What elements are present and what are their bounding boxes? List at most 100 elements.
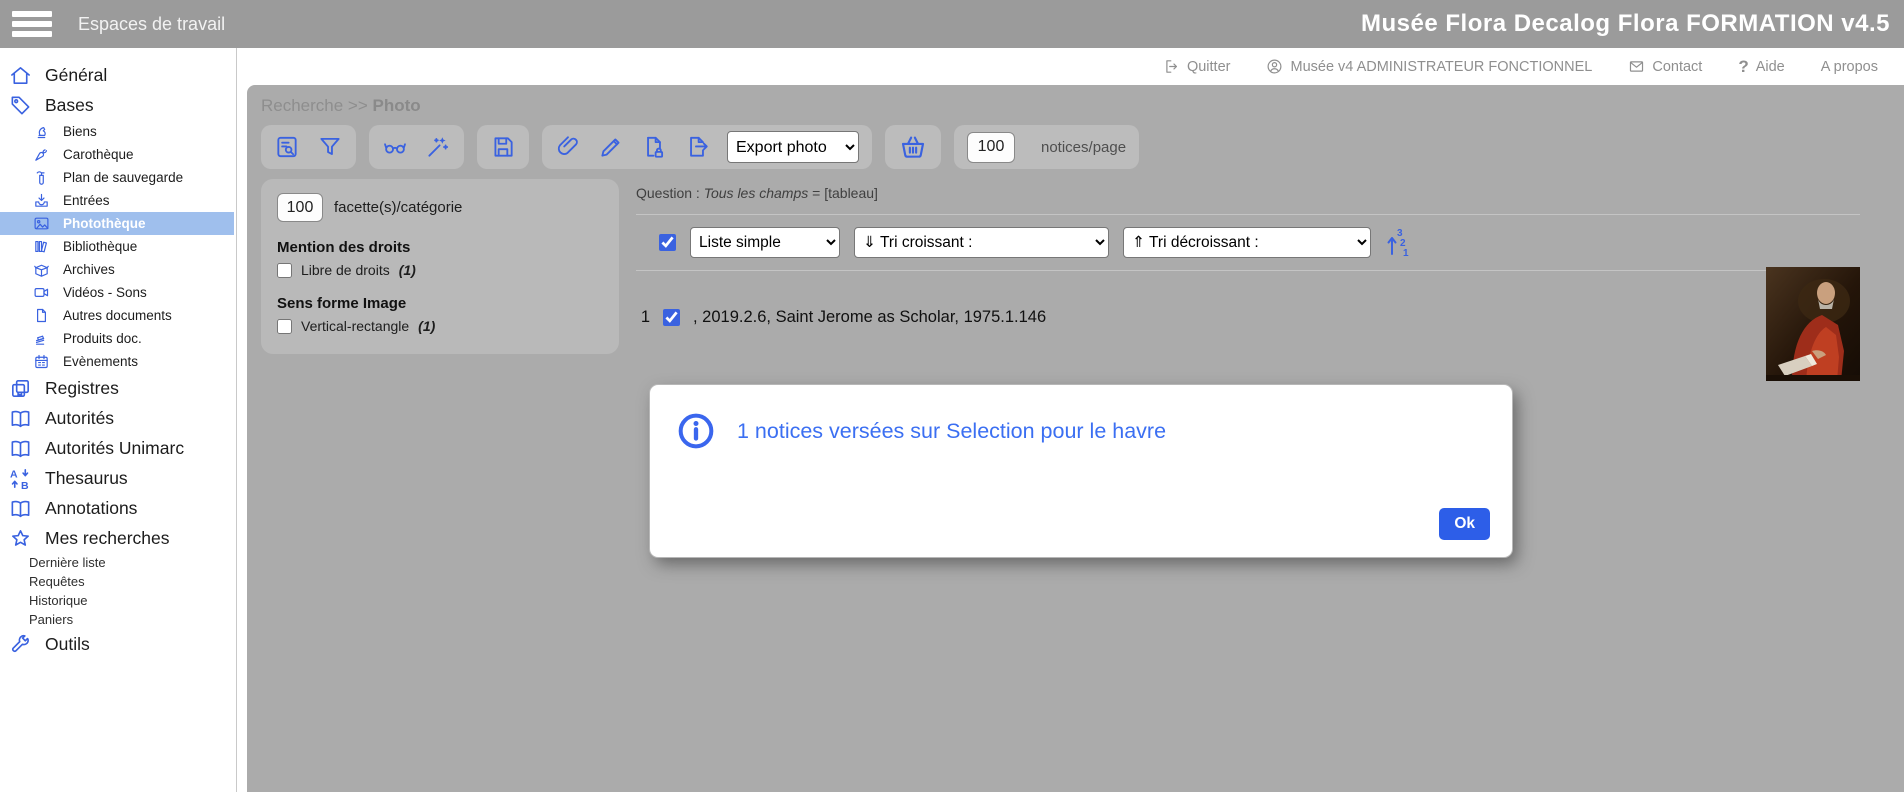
list-search-icon[interactable] (274, 134, 300, 160)
sidebar-item-label: Entrées (63, 193, 110, 208)
query-prefix: Question : (636, 185, 700, 201)
tag-icon (9, 94, 32, 117)
user-label: Musée v4 ADMINISTRATEUR FONCTIONNEL (1290, 59, 1592, 75)
select-all-checkbox[interactable] (659, 234, 676, 251)
facet-count-input[interactable] (277, 193, 323, 222)
sidebar-item-autres-documents[interactable]: Autres documents (0, 304, 236, 327)
extinguisher-icon (33, 169, 50, 186)
wrench-icon (9, 633, 32, 656)
sidebar-item-autorites-unimarc[interactable]: Autorités Unimarc (0, 433, 236, 463)
attachment-icon[interactable] (555, 134, 581, 160)
inbox-down-icon (33, 192, 50, 209)
menu-icon[interactable] (12, 11, 52, 37)
book-icon (9, 437, 32, 460)
breadcrumb-current: Photo (373, 96, 421, 115)
sidebar-item-bases[interactable]: Bases (0, 90, 236, 120)
sidebar-item-label: Carothèque (63, 147, 134, 162)
result-checkbox[interactable] (663, 309, 680, 326)
facet-count-label: facette(s)/catégorie (334, 199, 462, 216)
svg-text:B: B (21, 480, 29, 490)
sidebar-item-registres[interactable]: Registres (0, 373, 236, 403)
sidebar-item-label: Annotations (45, 498, 137, 519)
app-title: Musée Flora Decalog Flora FORMATION v4.5 (1361, 10, 1890, 38)
quit-button[interactable]: Quitter (1163, 58, 1231, 75)
sidebar-item-label: Paniers (29, 612, 73, 627)
sidebar-item-entrees[interactable]: Entrées (0, 189, 236, 212)
about-button[interactable]: A propos (1821, 59, 1878, 75)
edit-icon[interactable] (598, 134, 624, 160)
query-value: = [tableau] (812, 185, 878, 201)
facet-option-label: Vertical-rectangle (301, 318, 409, 334)
facet-group-title: Sens forme Image (277, 295, 603, 312)
quit-label: Quitter (1187, 59, 1231, 75)
document-lock-icon[interactable] (641, 134, 667, 160)
ok-button[interactable]: Ok (1439, 508, 1490, 540)
facet-option-vertical-rectangle[interactable]: Vertical-rectangle(1) (277, 318, 603, 334)
carrot-icon (33, 146, 50, 163)
sidebar-item-outils[interactable]: Outils (0, 629, 236, 659)
sidebar-item-thesaurus[interactable]: ABThesaurus (0, 463, 236, 493)
divider (636, 214, 1860, 215)
sidebar-item-historique[interactable]: Historique (0, 591, 236, 610)
sidebar-item-archives[interactable]: Archives (0, 258, 236, 281)
notices-per-page-input[interactable] (967, 132, 1015, 163)
sidebar-item-label: Mes recherches (45, 528, 170, 549)
sidebar-item-label: Général (45, 65, 107, 86)
toolbar-group-search (261, 125, 356, 169)
sidebar-item-label: Outils (45, 634, 90, 655)
result-thumbnail[interactable] (1766, 267, 1860, 381)
sidebar-item-autorites[interactable]: Autorités (0, 403, 236, 433)
basket-icon[interactable] (898, 132, 928, 162)
sidebar-item-derniere-liste[interactable]: Dernière liste (0, 553, 236, 572)
toolbar-group-pagination: notices/page (954, 125, 1139, 169)
sidebar-item-label: Autres documents (63, 308, 172, 323)
sidebar-item-label: Evènements (63, 354, 138, 369)
sidebar-item-mes-recherches[interactable]: Mes recherches (0, 523, 236, 553)
toolbar-group-save (477, 125, 529, 169)
artifact-icon (33, 123, 50, 140)
help-button[interactable]: ? Aide (1738, 57, 1784, 77)
sidebar-item-videos-sons[interactable]: Vidéos - Sons (0, 281, 236, 304)
registers-icon (9, 377, 32, 400)
breadcrumb: Recherche >> Photo (261, 96, 1904, 116)
notification-dialog: 1 notices versées sur Selection pour le … (650, 385, 1512, 557)
divider (636, 270, 1860, 271)
list-mode-select[interactable]: Liste simple (690, 227, 840, 258)
sort-ascending-select[interactable]: ⇓ Tri croissant : (854, 227, 1109, 258)
sidebar-item-label: Archives (63, 262, 115, 277)
notices-per-page-label: notices/page (1041, 139, 1126, 156)
facet-checkbox[interactable] (277, 319, 292, 334)
sidebar-item-biens[interactable]: Biens (0, 120, 236, 143)
facet-option-libre-de-droits[interactable]: Libre de droits(1) (277, 262, 603, 278)
sidebar-item-general[interactable]: Général (0, 60, 236, 90)
sidebar-item-annotations[interactable]: Annotations (0, 493, 236, 523)
sidebar-item-label: Autorités (45, 408, 114, 429)
sidebar-item-evenements[interactable]: Evènements (0, 350, 236, 373)
save-icon[interactable] (490, 134, 516, 160)
library-icon (33, 238, 50, 255)
sidebar-item-produits-doc[interactable]: Produits doc. (0, 327, 236, 350)
sidebar-item-plan-de-sauvegarde[interactable]: Plan de sauvegarde (0, 166, 236, 189)
question-mark-icon: ? (1738, 57, 1748, 77)
glasses-icon[interactable] (382, 134, 408, 160)
sort-order-icon[interactable]: 321 (1385, 226, 1411, 258)
video-icon (33, 284, 50, 301)
book-icon (9, 407, 32, 430)
sidebar-item-paniers[interactable]: Paniers (0, 610, 236, 629)
sidebar-item-carotheque[interactable]: Carothèque (0, 143, 236, 166)
facet-checkbox[interactable] (277, 263, 292, 278)
result-row: 1, 2019.2.6, Saint Jerome as Scholar, 19… (636, 308, 1860, 327)
contact-button[interactable]: Contact (1628, 58, 1702, 75)
result-text[interactable]: , 2019.2.6, Saint Jerome as Scholar, 197… (693, 308, 1046, 327)
filter-icon[interactable] (317, 134, 343, 160)
results-area: Question : Tous les champs = [tableau] L… (636, 179, 1904, 354)
document-export-icon[interactable] (684, 134, 710, 160)
magic-wand-icon[interactable] (425, 134, 451, 160)
user-menu[interactable]: Musée v4 ADMINISTRATEUR FONCTIONNEL (1266, 58, 1592, 75)
sidebar-item-bibliotheque[interactable]: Bibliothèque (0, 235, 236, 258)
sidebar-item-phototheque[interactable]: Photothèque (0, 212, 234, 235)
sort-descending-select[interactable]: ⇑ Tri décroissant : (1123, 227, 1371, 258)
workspace-label[interactable]: Espaces de travail (78, 14, 225, 35)
sidebar-item-requetes[interactable]: Requêtes (0, 572, 236, 591)
export-select[interactable]: Export photo (727, 131, 859, 163)
